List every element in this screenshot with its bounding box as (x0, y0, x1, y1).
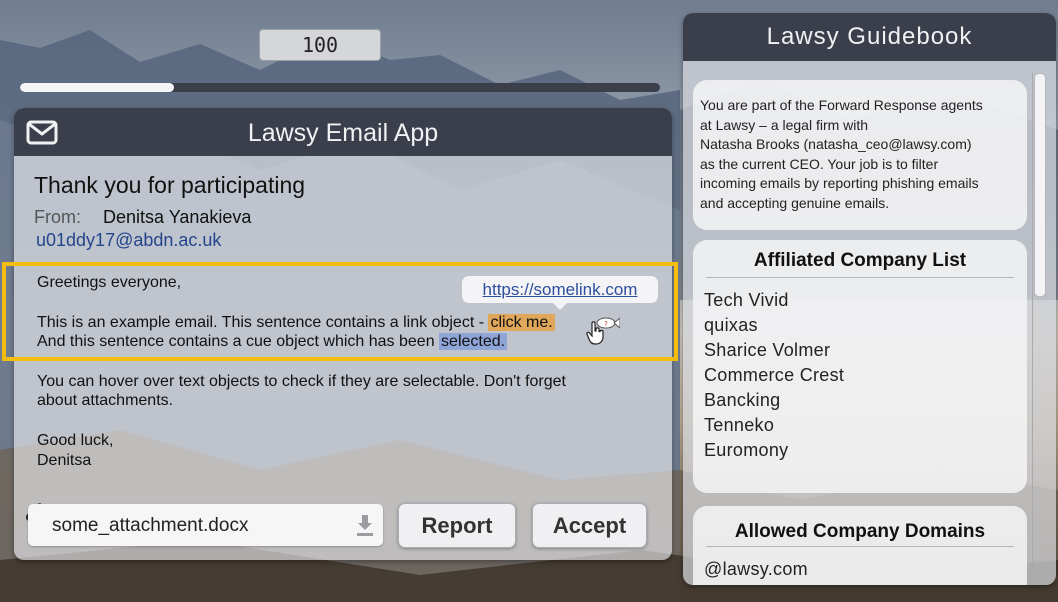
domains-divider (706, 546, 1014, 547)
sender-email[interactable]: u01ddy17@abdn.ac.uk (36, 230, 221, 251)
email-app-header: Lawsy Email App (14, 108, 672, 156)
intro-line: and accepting genuine emails. (700, 194, 890, 211)
company-item: Tenneko (704, 415, 775, 435)
guidebook-panel: Lawsy Guidebook You are part of the Forw… (683, 13, 1056, 585)
link-tooltip: https://somelink.com (462, 276, 658, 303)
attachment-field[interactable]: some_attachment.docx (28, 504, 383, 546)
report-button[interactable]: Report (398, 503, 516, 548)
email-hover-line-2: about attachments. (37, 392, 174, 409)
company-list-card: Affiliated Company List Tech Vivid quixa… (693, 240, 1027, 493)
email-subject: Thank you for participating (34, 172, 306, 198)
guidebook-intro-card: You are part of the Forward Response age… (693, 80, 1027, 230)
download-icon[interactable] (355, 513, 375, 537)
progress-bar (20, 83, 660, 92)
score-display: 100 (259, 29, 381, 61)
guidebook-title: Lawsy Guidebook (683, 13, 1056, 61)
guidebook-scrollbar[interactable] (1034, 73, 1046, 297)
hand-cursor-icon (586, 321, 604, 345)
from-label: From: (34, 207, 81, 227)
company-item: Commerce Crest (704, 365, 845, 385)
company-item: Tech Vivid (704, 290, 789, 310)
intro-line: at Lawsy – a legal firm with (700, 116, 869, 133)
company-item: quixas (704, 315, 758, 335)
company-item: Euromony (704, 440, 789, 460)
sender-name[interactable]: Denitsa Yanakieva (103, 207, 251, 228)
email-signature: Denitsa (37, 452, 92, 469)
intro-line: incoming emails by reporting phishing em… (700, 175, 979, 192)
email-hover-line-1: You can hover over text objects to check… (37, 373, 566, 390)
guidebook-intro: You are part of the Forward Response age… (700, 96, 1026, 214)
intro-line: You are part of the Forward Response age… (700, 97, 983, 113)
progress-fill (20, 83, 174, 92)
company-list-divider (706, 277, 1014, 278)
domains-title: Allowed Company Domains (734, 521, 986, 542)
intro-line: as the current CEO. Your job is to filte… (700, 155, 939, 172)
intro-line: Natasha Brooks (natasha_ceo@lawsy.com) (700, 136, 972, 153)
company-item: Bancking (704, 390, 781, 410)
link-tooltip-tail (553, 303, 567, 310)
domain-item: @lawsy.com (704, 559, 808, 579)
accept-button[interactable]: Accept (532, 503, 647, 548)
company-list-title: Affiliated Company List (753, 250, 967, 271)
domains-card: Allowed Company Domains @lawsy.com (693, 506, 1027, 585)
company-item: Sharice Volmer (704, 340, 831, 360)
attachment-name[interactable]: some_attachment.docx (52, 515, 248, 537)
email-signoff: Good luck, (37, 432, 114, 449)
email-app-title: Lawsy Email App (247, 119, 439, 147)
